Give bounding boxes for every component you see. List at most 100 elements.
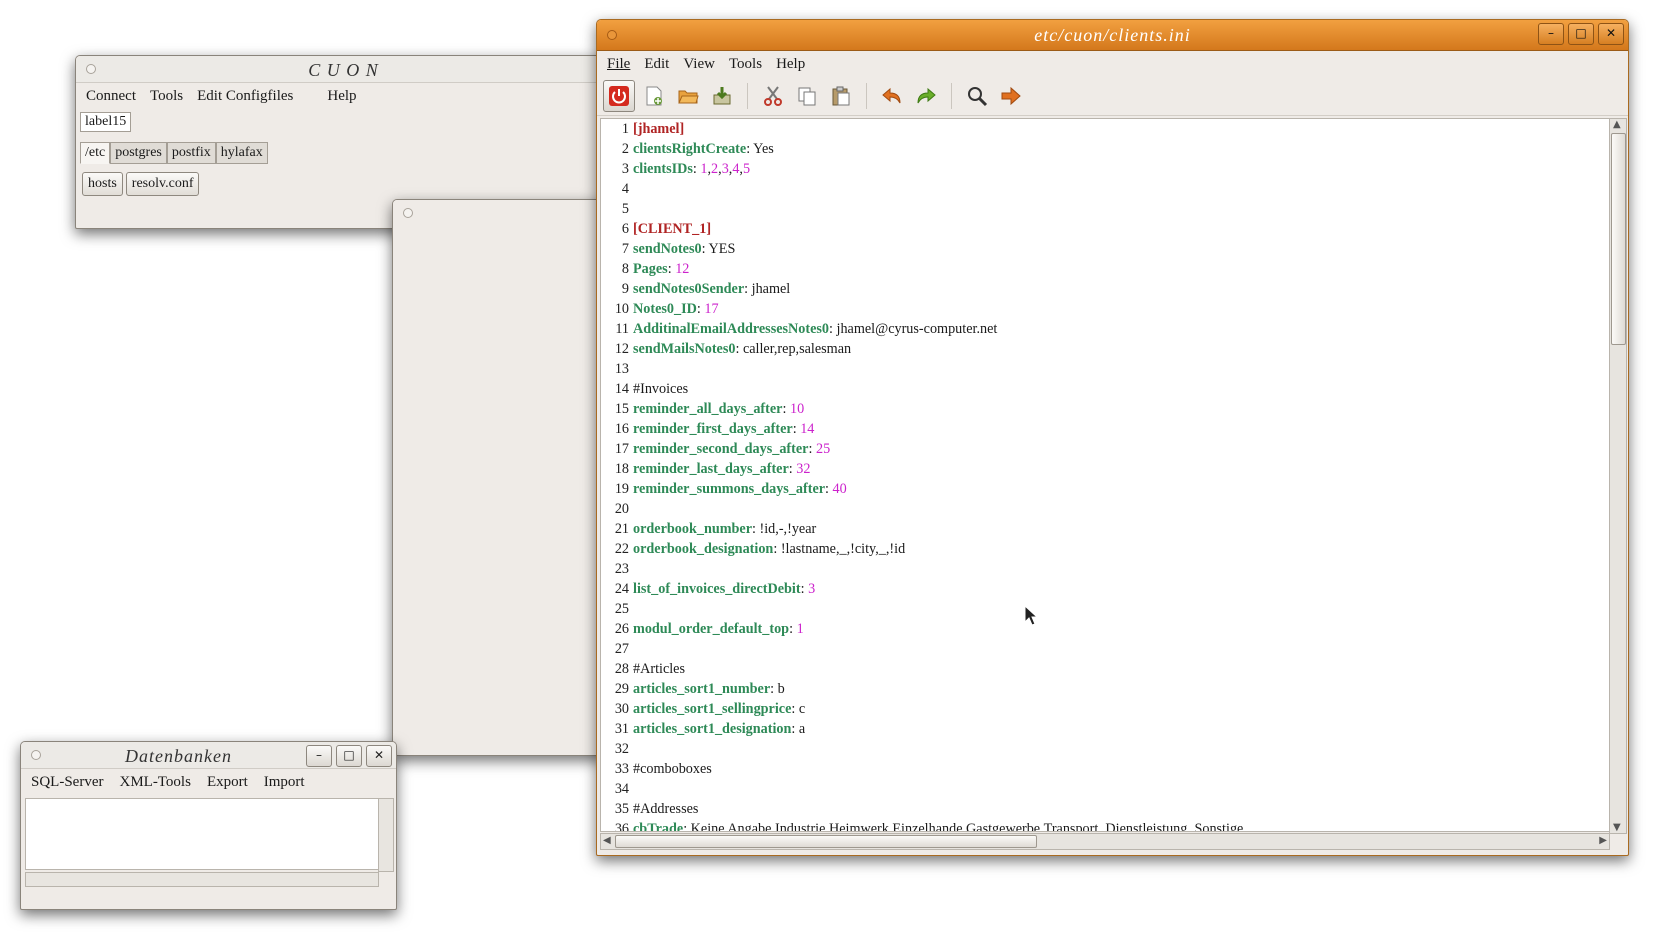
find-button[interactable] (962, 81, 992, 111)
menu-help[interactable]: Help (776, 56, 805, 73)
code-line[interactable]: 28 #Articles (601, 659, 1609, 679)
menu-connect[interactable]: Connect (86, 88, 136, 105)
scroll-left-icon[interactable]: ◀ (603, 835, 611, 846)
database-list[interactable] (25, 798, 379, 870)
window-menu-icon[interactable] (403, 208, 413, 218)
database-list-hscrollbar[interactable] (25, 872, 379, 887)
resolv-conf-button[interactable]: resolv.conf (125, 172, 200, 196)
code-line[interactable]: 24 list_of_invoices_directDebit: 3 (601, 579, 1609, 599)
token-key: sendMailsNotes0 (633, 341, 736, 357)
code-line[interactable]: 34 (601, 779, 1609, 799)
copy-button[interactable] (792, 81, 822, 111)
line-content: reminder_second_days_after: 25 (633, 439, 830, 459)
code-line[interactable]: 13 (601, 359, 1609, 379)
line-number: 34 (614, 781, 629, 797)
code-line[interactable]: 14 #Invoices (601, 379, 1609, 399)
scroll-right-icon[interactable]: ▶ (1599, 835, 1607, 846)
token-key: reminder_all_days_after (633, 401, 783, 417)
code-line[interactable]: 31 articles_sort1_designation: a (601, 719, 1609, 739)
hscroll-thumb[interactable] (615, 835, 1037, 848)
tab-hylafax[interactable]: hylafax (215, 142, 268, 164)
datenbanken-titlebar[interactable]: Datenbanken – □ ✕ (21, 742, 396, 769)
code-line[interactable]: 23 (601, 559, 1609, 579)
vscroll-thumb[interactable] (1611, 133, 1626, 345)
line-number: 15 (614, 401, 629, 417)
code-line[interactable]: 15 reminder_all_days_after: 10 (601, 399, 1609, 419)
code-line[interactable]: 18 reminder_last_days_after: 32 (601, 459, 1609, 479)
new-button[interactable] (639, 81, 669, 111)
code-line[interactable]: 20 (601, 499, 1609, 519)
line-number: 1 (621, 121, 629, 137)
undo-button[interactable] (877, 81, 907, 111)
code-line[interactable]: 29 articles_sort1_number: b (601, 679, 1609, 699)
blank-window (392, 199, 604, 756)
menu-tools[interactable]: Tools (150, 88, 183, 105)
code-line[interactable]: 4 (601, 179, 1609, 199)
redo-button[interactable] (911, 81, 941, 111)
menu-view[interactable]: View (683, 56, 715, 73)
redo-icon (917, 87, 936, 104)
maximize-icon[interactable]: □ (336, 745, 362, 767)
save-button[interactable] (707, 81, 737, 111)
code-line[interactable]: 5 (601, 199, 1609, 219)
code-line[interactable]: 33 #comboboxes (601, 759, 1609, 779)
editor-vscrollbar[interactable]: ▲ ▼ (1609, 118, 1627, 834)
scroll-up-icon[interactable]: ▲ (1613, 119, 1621, 130)
code-line[interactable]: 1 [jhamel] (601, 119, 1609, 139)
maximize-icon[interactable]: □ (1568, 23, 1594, 45)
code-line[interactable]: 16 reminder_first_days_after: 14 (601, 419, 1609, 439)
tab-postfix[interactable]: postfix (166, 142, 216, 164)
close-icon[interactable]: ✕ (366, 745, 392, 767)
etc-file-buttons: hosts resolv.conf (82, 172, 200, 196)
label15-tab[interactable]: label15 (80, 112, 132, 132)
cut-button[interactable] (758, 81, 788, 111)
code-line[interactable]: 6 [CLIENT_1] (601, 219, 1609, 239)
code-line[interactable]: 32 (601, 739, 1609, 759)
menu-tools[interactable]: Tools (729, 56, 762, 73)
code-line[interactable]: 36 cbTrade: Keine Angabe,Industrie,Heimwe… (601, 819, 1609, 831)
code-line[interactable]: 30 articles_sort1_sellingprice: c (601, 699, 1609, 719)
menu-file[interactable]: File (607, 56, 630, 73)
paste-button[interactable] (826, 81, 856, 111)
editor-text-area[interactable]: 1 [jhamel] 2 clientsRightCreate: Yes 3 client… (600, 118, 1610, 832)
code-line[interactable]: 3 clientsIDs: 1,2,3,4,5 (601, 159, 1609, 179)
minimize-icon[interactable]: – (1538, 23, 1564, 45)
tab-etc[interactable]: /etc (80, 142, 111, 164)
cuon-titlebar[interactable]: C U O N (76, 56, 611, 83)
code-line[interactable]: 10 Notes0_ID: 17 (601, 299, 1609, 319)
menu-edit[interactable]: Edit (644, 56, 669, 73)
token-text: : (800, 581, 809, 597)
code-line[interactable]: 7 sendNotes0: YES (601, 239, 1609, 259)
scroll-down-icon[interactable]: ▼ (1613, 822, 1621, 833)
code-line[interactable]: 8 Pages: 12 (601, 259, 1609, 279)
menu-export[interactable]: Export (207, 774, 248, 791)
hosts-button[interactable]: hosts (82, 172, 123, 196)
code-line[interactable]: 25 (601, 599, 1609, 619)
forward-button[interactable] (996, 81, 1026, 111)
menu-help[interactable]: Help (327, 88, 356, 105)
menu-import[interactable]: Import (264, 774, 305, 791)
code-line[interactable]: 12 sendMailsNotes0: caller,rep,salesman (601, 339, 1609, 359)
code-line[interactable]: 35 #Addresses (601, 799, 1609, 819)
code-line[interactable]: 22 orderbook_designation: !lastname,_,!ci… (601, 539, 1609, 559)
editor-hscrollbar[interactable]: ◀ ▶ (600, 833, 1610, 850)
blank-titlebar[interactable] (393, 200, 603, 226)
code-line[interactable]: 19 reminder_summons_days_after: 40 (601, 479, 1609, 499)
minimize-icon[interactable]: – (306, 745, 332, 767)
quit-button[interactable] (603, 80, 635, 112)
code-line[interactable]: 27 (601, 639, 1609, 659)
tab-postgres[interactable]: postgres (110, 142, 167, 164)
menu-xml-tools[interactable]: XML-Tools (119, 774, 190, 791)
menu-edit-configfiles[interactable]: Edit Configfiles (197, 88, 293, 105)
code-line[interactable]: 11 AdditinalEmailAddressesNotes0: jhamel@… (601, 319, 1609, 339)
menu-sql-server[interactable]: SQL-Server (31, 774, 103, 791)
open-button[interactable] (673, 81, 703, 111)
code-line[interactable]: 26 modul_order_default_top: 1 (601, 619, 1609, 639)
editor-titlebar[interactable]: etc/cuon/clients.ini – □ ✕ (597, 20, 1628, 51)
database-list-vscrollbar[interactable] (378, 798, 394, 872)
code-line[interactable]: 2 clientsRightCreate: Yes (601, 139, 1609, 159)
close-icon[interactable]: ✕ (1598, 23, 1624, 45)
code-line[interactable]: 9 sendNotes0Sender: jhamel (601, 279, 1609, 299)
code-line[interactable]: 21 orderbook_number: !id,-,!year (601, 519, 1609, 539)
code-line[interactable]: 17 reminder_second_days_after: 25 (601, 439, 1609, 459)
